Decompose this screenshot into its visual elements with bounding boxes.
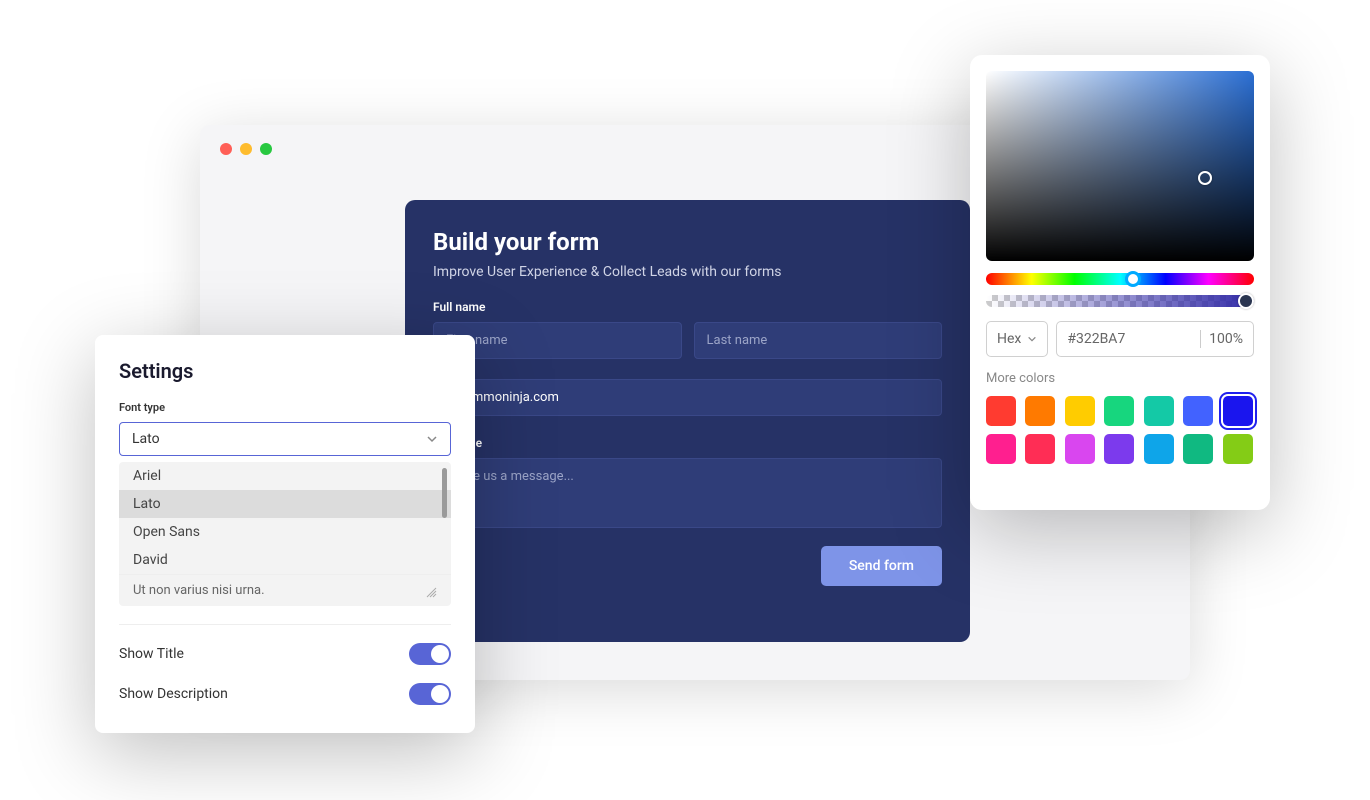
toggle-knob	[431, 685, 449, 703]
divider	[119, 624, 451, 625]
fullname-row	[433, 322, 942, 359]
form-title: Build your form	[433, 228, 942, 256]
window-maximize-icon[interactable]	[260, 143, 272, 155]
color-swatch[interactable]	[986, 396, 1016, 426]
hex-divider	[1200, 330, 1201, 348]
toggle-knob	[431, 645, 449, 663]
color-swatch[interactable]	[1065, 396, 1095, 426]
color-swatch[interactable]	[1104, 396, 1134, 426]
more-colors-label: More colors	[986, 371, 1254, 386]
color-format-select[interactable]: Hex	[986, 321, 1048, 357]
email-row	[433, 379, 942, 416]
window-minimize-icon[interactable]	[240, 143, 252, 155]
color-picker-panel: Hex #322BA7 100% More colors	[970, 55, 1270, 510]
show-description-toggle[interactable]	[409, 683, 451, 705]
font-option-lato[interactable]: Lato	[119, 490, 451, 518]
preview-text: Ut non varius nisi urna.	[133, 583, 265, 598]
color-swatch[interactable]	[1144, 434, 1174, 464]
settings-title: Settings	[119, 359, 451, 383]
hex-input[interactable]: #322BA7 100%	[1056, 321, 1254, 357]
resize-handle-icon[interactable]	[425, 586, 437, 598]
chevron-down-icon	[426, 433, 438, 445]
hue-slider[interactable]	[986, 273, 1254, 285]
message-label: Message	[433, 436, 942, 450]
font-option-ariel[interactable]: Ariel	[119, 462, 451, 490]
show-title-toggle[interactable]	[409, 643, 451, 665]
chevron-down-icon	[1027, 334, 1037, 344]
send-form-button[interactable]: Send form	[821, 546, 942, 586]
color-swatch[interactable]	[1025, 434, 1055, 464]
swatch-grid	[986, 396, 1254, 464]
font-option-opensans[interactable]: Open Sans	[119, 518, 451, 546]
alpha-thumb[interactable]	[1238, 293, 1254, 309]
dropdown-scrollbar[interactable]	[442, 468, 447, 518]
preview-text-box: Ut non varius nisi urna.	[119, 574, 451, 606]
message-textarea[interactable]	[433, 458, 942, 528]
color-swatch[interactable]	[1065, 434, 1095, 464]
font-type-label: Font type	[119, 401, 451, 414]
font-option-david[interactable]: David	[119, 546, 451, 574]
color-swatch[interactable]	[1183, 396, 1213, 426]
form-builder-card: Build your form Improve User Experience …	[405, 200, 970, 642]
color-swatch[interactable]	[1104, 434, 1134, 464]
lastname-input[interactable]	[694, 322, 943, 359]
color-gradient-area[interactable]	[986, 71, 1254, 261]
form-subtitle: Improve User Experience & Collect Leads …	[433, 264, 942, 280]
show-title-row: Show Title	[119, 643, 451, 665]
hex-value: #322BA7	[1067, 331, 1192, 347]
color-swatch[interactable]	[1183, 434, 1213, 464]
window-close-icon[interactable]	[220, 143, 232, 155]
show-description-label: Show Description	[119, 686, 228, 702]
color-swatch[interactable]	[986, 434, 1016, 464]
hue-thumb[interactable]	[1125, 271, 1141, 287]
fullname-label: Full name	[433, 300, 942, 314]
color-cursor-icon[interactable]	[1198, 171, 1212, 185]
color-format-value: Hex	[997, 331, 1021, 347]
opacity-value: 100%	[1209, 331, 1243, 347]
font-dropdown: Ariel Lato Open Sans David Ut non varius…	[119, 462, 451, 606]
color-swatch[interactable]	[1144, 396, 1174, 426]
color-swatch[interactable]	[1223, 434, 1253, 464]
show-title-label: Show Title	[119, 646, 184, 662]
color-swatch[interactable]	[1025, 396, 1055, 426]
settings-panel: Settings Font type Lato Ariel Lato Open …	[95, 335, 475, 733]
font-select-value: Lato	[132, 431, 160, 447]
show-description-row: Show Description	[119, 683, 451, 705]
font-select[interactable]: Lato	[119, 422, 451, 456]
email-input[interactable]	[433, 379, 942, 416]
color-swatch[interactable]	[1223, 396, 1253, 426]
alpha-slider[interactable]	[986, 295, 1254, 307]
color-inputs-row: Hex #322BA7 100%	[986, 321, 1254, 357]
